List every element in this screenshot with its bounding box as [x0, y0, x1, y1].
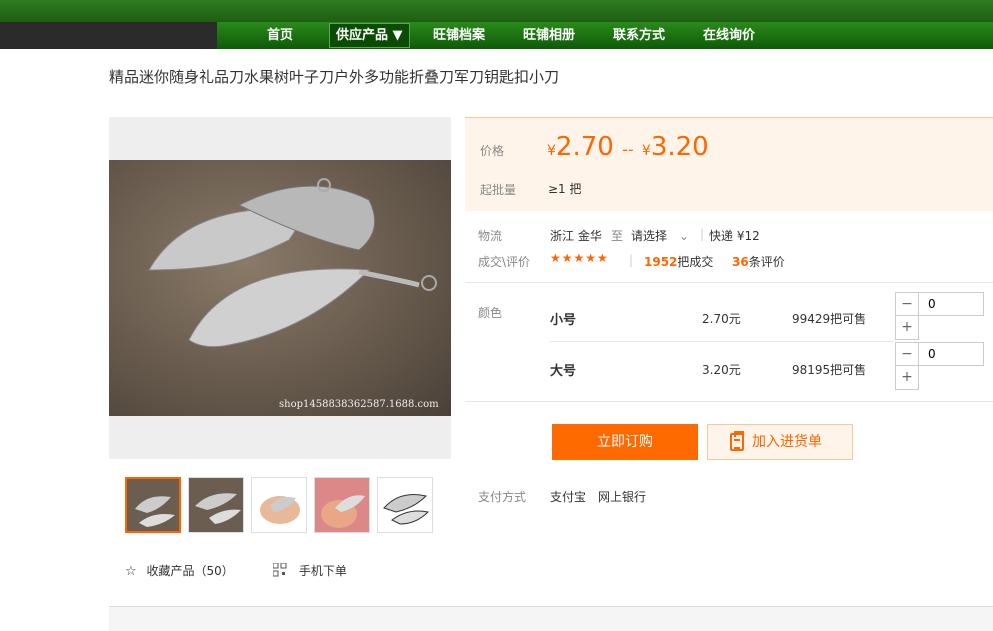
- add-to-cart-button[interactable]: 加入进货单: [707, 424, 853, 460]
- deal-count-number: 1952: [644, 255, 678, 269]
- sku-price: 2.70元: [702, 312, 741, 326]
- sku-stock: 99429把可售: [792, 312, 867, 326]
- thumbnail[interactable]: [125, 477, 181, 533]
- moq-value: ≥1 把: [548, 182, 582, 196]
- currency-symbol: ¥: [547, 143, 556, 159]
- main-nav: 首页 供应产品 ▼ 旺铺档案 旺铺相册 联系方式 在线询价: [0, 22, 993, 49]
- product-title: 精品迷你随身礼品刀水果树叶子刀户外多功能折叠刀军刀钥匙扣小刀: [109, 68, 560, 86]
- divider-line: [465, 401, 993, 402]
- plus-button[interactable]: +: [895, 316, 919, 340]
- minus-button[interactable]: −: [895, 342, 919, 366]
- divider: |: [629, 253, 634, 267]
- quantity-input[interactable]: [920, 293, 983, 315]
- rating-stars: ★★★★★: [550, 251, 609, 265]
- quantity-stepper: −: [895, 292, 984, 316]
- payment-label: 支付方式: [478, 490, 527, 504]
- deals-label: 成交\评价: [478, 255, 531, 269]
- destination-value: 请选择: [631, 229, 668, 243]
- shipping-fee: 快递 ¥12: [709, 229, 760, 243]
- review-suffix: 条评价: [748, 255, 785, 269]
- nav-contact[interactable]: 联系方式: [613, 22, 665, 49]
- thumbnail[interactable]: [377, 477, 433, 533]
- photo-watermark: shop1458838362587.1688.com: [279, 399, 439, 410]
- sample-info-bar: [109, 606, 993, 631]
- divider-line: [465, 282, 993, 283]
- nav-shop-profile[interactable]: 旺铺档案: [433, 22, 485, 49]
- ship-from: 浙江 金华: [550, 229, 602, 243]
- nav-inquiry[interactable]: 在线询价: [703, 22, 755, 49]
- price-separator: --: [622, 140, 634, 159]
- thumbnail[interactable]: [314, 477, 370, 533]
- qr-code-icon: [272, 562, 291, 578]
- favorite-label: 收藏产品（50）: [146, 564, 234, 578]
- divider-line: [550, 341, 893, 342]
- product-photo: shop1458838362587.1688.com: [109, 160, 451, 416]
- payment-methods: 支付宝 网上银行: [550, 490, 647, 504]
- price-low: 2.70: [555, 132, 614, 162]
- price-high: 3.20: [650, 132, 709, 162]
- price-box: 价格 ¥2.70 -- ¥3.20 起批量 ≥1 把: [465, 117, 993, 211]
- add-to-cart-label: 加入进货单: [752, 434, 822, 450]
- chevron-down-icon: ⌄: [678, 229, 689, 243]
- buy-now-button[interactable]: 立即订购: [552, 424, 698, 460]
- review-count: 36: [732, 255, 749, 269]
- deal-count-suffix: 把成交: [677, 255, 714, 269]
- thumbnail[interactable]: [251, 477, 307, 533]
- sku-stock: 98195把可售: [792, 363, 867, 377]
- thumbnail[interactable]: [188, 477, 244, 533]
- main-image-viewer[interactable]: shop1458838362587.1688.com: [109, 117, 451, 459]
- color-label: 颜色: [478, 306, 503, 320]
- price-label: 价格: [480, 144, 505, 158]
- ship-to-word: 至: [611, 229, 624, 243]
- nav-left-block: [0, 22, 217, 49]
- mobile-order-button[interactable]: 手机下单: [272, 562, 347, 579]
- star-outline-icon: ☆: [125, 564, 137, 579]
- deal-count: 1952把成交: [644, 253, 713, 270]
- plus-button[interactable]: +: [895, 366, 919, 390]
- clipboard-icon: [730, 431, 744, 451]
- sku-name: 小号: [550, 313, 577, 328]
- nav-home[interactable]: 首页: [267, 22, 293, 49]
- nav-shop-album[interactable]: 旺铺相册: [523, 22, 575, 49]
- destination-select[interactable]: 请选择 ⌄: [631, 227, 689, 244]
- sku-price: 3.20元: [702, 363, 741, 377]
- logistics-label: 物流: [478, 229, 503, 243]
- knife-illustration: [148, 178, 437, 348]
- quantity-input[interactable]: [920, 343, 983, 365]
- minus-button[interactable]: −: [895, 292, 919, 316]
- currency-symbol: ¥: [641, 143, 651, 159]
- favorite-button[interactable]: ☆ 收藏产品（50）: [125, 562, 234, 579]
- sku-name: 大号: [550, 364, 577, 379]
- price-range: ¥2.70 -- ¥3.20: [547, 132, 709, 162]
- quantity-stepper: −: [895, 342, 984, 366]
- nav-products[interactable]: 供应产品 ▼: [329, 23, 410, 48]
- moq-label: 起批量: [480, 183, 517, 197]
- review-link[interactable]: 36条评价: [732, 253, 785, 270]
- divider: |: [700, 227, 705, 241]
- top-banner: [0, 0, 993, 22]
- mobile-order-label: 手机下单: [298, 564, 347, 578]
